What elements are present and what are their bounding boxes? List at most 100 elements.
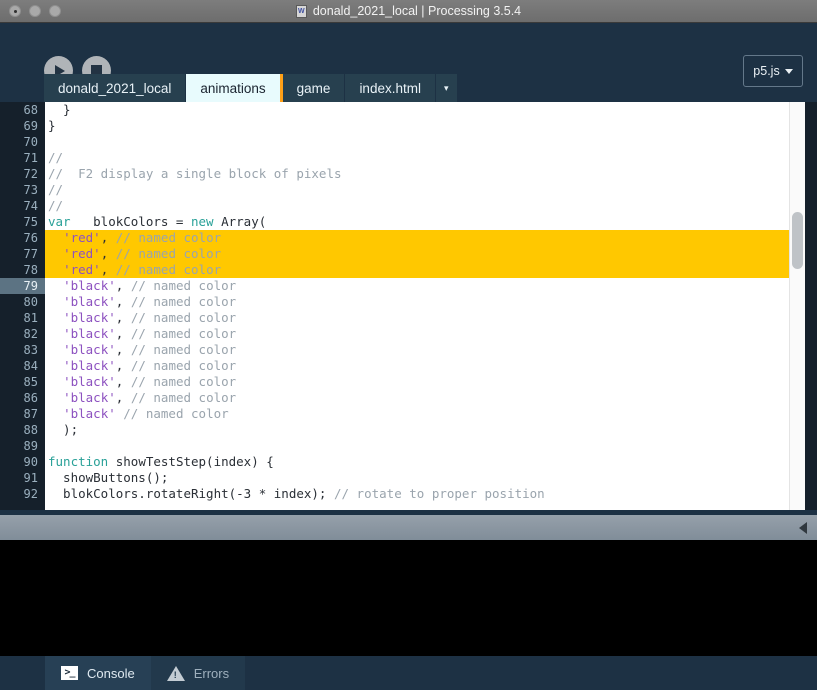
line-number: 73 — [0, 182, 45, 198]
sketch-tab-index-html[interactable]: index.html — [345, 74, 436, 102]
line-number: 90 — [0, 454, 45, 470]
tab-overflow-menu-button[interactable]: ▾ — [435, 74, 458, 102]
zoom-button[interactable] — [49, 5, 61, 17]
code-line[interactable]: 80 'black', // named color — [0, 294, 817, 310]
code-line[interactable]: 88 ); — [0, 422, 817, 438]
code-token: Array( — [213, 214, 267, 229]
code-token: // named color — [130, 390, 237, 405]
code-line[interactable]: 68 } — [0, 102, 817, 118]
code-token: // — [48, 198, 64, 213]
code-line[interactable]: 87 'black' // named color — [0, 406, 817, 422]
code-token: // — [48, 150, 64, 165]
code-line[interactable]: 69} — [0, 118, 817, 134]
code-line-text: 'black', // named color — [45, 326, 817, 342]
code-line-text: showButtons(); — [45, 470, 817, 486]
line-number: 81 — [0, 310, 45, 326]
editor-console-divider[interactable] — [0, 515, 817, 540]
code-line-text — [45, 438, 817, 454]
code-line-text: // F2 display a single block of pixels — [45, 166, 817, 182]
collapse-left-arrow-icon[interactable] — [799, 521, 807, 534]
editor-right-edge — [805, 102, 817, 510]
tab-label: donald_2021_local — [58, 80, 172, 96]
code-token: } — [48, 102, 71, 117]
code-token: 'red' — [63, 246, 101, 261]
terminal-icon: >_ — [61, 666, 78, 680]
sketch-tab-donald-2021-local[interactable]: donald_2021_local — [44, 74, 187, 102]
chevron-down-icon — [784, 68, 793, 74]
mode-selector[interactable]: p5.js — [743, 55, 803, 87]
line-number: 80 — [0, 294, 45, 310]
code-token: 'red' — [63, 262, 101, 277]
code-line[interactable]: 89 — [0, 438, 817, 454]
code-line[interactable]: 78 'red', // named color — [0, 262, 817, 278]
code-line-text: 'black', // named color — [45, 278, 817, 294]
code-line[interactable]: 86 'black', // named color — [0, 390, 817, 406]
code-line[interactable]: 71// — [0, 150, 817, 166]
code-line[interactable]: 76 'red', // named color — [0, 230, 817, 246]
sketch-tab-animations[interactable]: animations — [186, 74, 283, 102]
errors-tab[interactable]: Errors — [150, 656, 246, 690]
code-token: blokColors.rotateRight(-3 * index); — [48, 486, 334, 501]
code-text-area[interactable]: 68 } 69} 70 71//72// F2 display a single bl… — [0, 102, 817, 510]
main-toolbar: p5.js — [0, 23, 817, 87]
code-line-text: blokColors.rotateRight(-3 * index); // r… — [45, 486, 817, 502]
code-line[interactable]: 91 showButtons(); — [0, 470, 817, 486]
code-line[interactable]: 70 — [0, 134, 817, 150]
code-token: // named color — [130, 342, 237, 357]
code-token: , — [115, 374, 131, 389]
line-number: 70 — [0, 134, 45, 150]
code-editor[interactable]: 68 } 69} 70 71//72// F2 display a single bl… — [0, 102, 817, 510]
code-token: ); — [48, 422, 79, 437]
code-line-text: 'black', // named color — [45, 374, 817, 390]
code-line[interactable]: 75 var blokColors = new Array( — [0, 214, 817, 230]
close-button[interactable] — [9, 5, 21, 17]
code-token: // named color — [130, 374, 237, 389]
line-number: 78 — [0, 262, 45, 278]
code-line-text: 'black', // named color — [45, 342, 817, 358]
code-token: , — [115, 278, 131, 293]
code-line[interactable]: 84 'black', // named color — [0, 358, 817, 374]
sketch-tab-game[interactable]: game — [282, 74, 346, 102]
code-token: 'black' — [63, 374, 116, 389]
sketch-file-icon: W — [295, 4, 307, 18]
line-number: 68 — [0, 102, 45, 118]
line-number: 85 — [0, 374, 45, 390]
code-line[interactable]: 79 'black', // named color — [0, 278, 817, 294]
code-line[interactable]: 85 'black', // named color — [0, 374, 817, 390]
line-number: 82 — [0, 326, 45, 342]
code-line[interactable]: 81 'black', // named color — [0, 310, 817, 326]
code-line-text: } — [45, 118, 817, 134]
line-number: 74 — [0, 198, 45, 214]
vertical-scrollbar[interactable] — [789, 102, 805, 510]
line-number: 91 — [0, 470, 45, 486]
code-line[interactable]: 82 'black', // named color — [0, 326, 817, 342]
code-line-text: ); — [45, 422, 817, 438]
line-number: 83 — [0, 342, 45, 358]
code-line[interactable]: 74// — [0, 198, 817, 214]
code-line[interactable]: 72// F2 display a single block of pixels — [0, 166, 817, 182]
code-line[interactable]: 73// — [0, 182, 817, 198]
vertical-scrollbar-thumb[interactable] — [792, 212, 803, 270]
code-token: , — [100, 246, 116, 261]
console-output — [0, 540, 817, 656]
code-line[interactable]: 83 'black', // named color — [0, 342, 817, 358]
code-token: blokColors = — [70, 214, 191, 229]
mode-selector-label: p5.js — [753, 64, 780, 78]
tab-label: index.html — [359, 80, 421, 96]
code-token: // named color — [130, 358, 237, 373]
line-number: 87 — [0, 406, 45, 422]
minimize-button[interactable] — [29, 5, 41, 17]
code-line[interactable]: 92 blokColors.rotateRight(-3 * index); /… — [0, 486, 817, 502]
code-line[interactable]: 90 function showTestStep(index) { — [0, 454, 817, 470]
code-line-text: // — [45, 198, 817, 214]
code-token: 'black' — [63, 358, 116, 373]
console-tab[interactable]: >_ Console — [45, 656, 151, 690]
code-line[interactable]: 77 'red', // named color — [0, 246, 817, 262]
line-number: 77 — [0, 246, 45, 262]
